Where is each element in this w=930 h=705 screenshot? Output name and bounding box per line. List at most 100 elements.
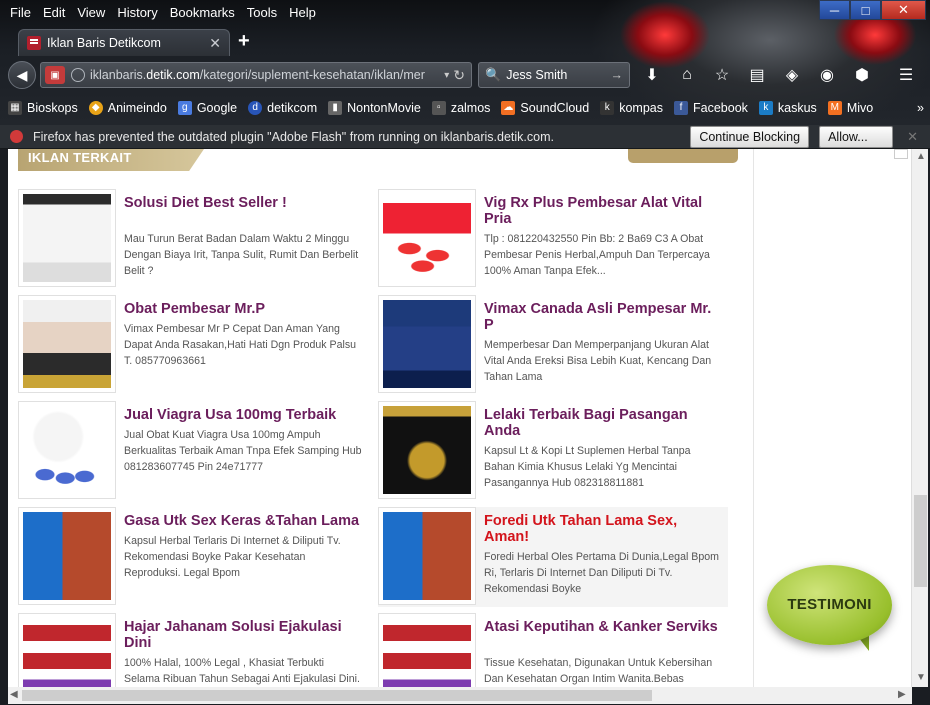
scroll-down-icon[interactable]: ▼ (916, 672, 926, 683)
close-window-button[interactable]: ✕ (881, 0, 926, 20)
bookmark-nontonmovie[interactable]: ▮ NontonMovie (328, 101, 421, 115)
menu-bookmarks[interactable]: Bookmarks (168, 3, 237, 22)
extension-icon[interactable]: ◈ (779, 62, 805, 88)
scroll-left-icon[interactable]: ◀ (10, 689, 18, 700)
reload-icon[interactable]: ↻ (453, 67, 465, 84)
bookmark-zalmos[interactable]: ▫ zalmos (431, 101, 490, 115)
ad-title[interactable]: Obat Pembesar Mr.P (124, 301, 362, 317)
bookmark-facebook[interactable]: f Facebook (674, 101, 748, 115)
ad-item-hovered[interactable]: Foredi Utk Tahan Lama Sex, Aman! Foredi … (378, 507, 728, 607)
bookmark-detikcom[interactable]: d detikcom (248, 101, 317, 115)
section-header-button[interactable] (628, 149, 738, 163)
search-box[interactable]: 🔍 Jess Smith → (478, 62, 630, 88)
vertical-scrollbar[interactable]: ▲ ▼ (911, 149, 928, 687)
bookmark-kompas[interactable]: k kompas (600, 101, 663, 115)
bookmark-label: Bioskops (27, 101, 78, 115)
vertical-scroll-thumb[interactable] (914, 495, 927, 587)
testimoni-button[interactable]: TESTIMONI (767, 565, 892, 651)
ad-title[interactable]: Lelaki Terbaik Bagi Pasangan Anda (484, 407, 722, 439)
bookmark-kaskus[interactable]: k kaskus (758, 101, 817, 115)
bookmark-label: Facebook (693, 101, 748, 115)
ad-item[interactable]: Hajar Jahanam Solusi Ejakulasi Dini 100%… (18, 613, 368, 687)
ad-title[interactable]: Gasa Utk Sex Keras &Tahan Lama (124, 513, 362, 529)
ad-item[interactable]: Gasa Utk Sex Keras &Tahan Lama Kapsul He… (18, 507, 368, 607)
notification-text: Firefox has prevented the outdated plugi… (33, 129, 554, 144)
ad-image (383, 194, 471, 282)
search-value[interactable]: Jess Smith (506, 68, 610, 82)
ad-description: Jual Obat Kuat Viagra Usa 100mg Ampuh Be… (124, 429, 362, 473)
continue-blocking-button[interactable]: Continue Blocking (690, 125, 810, 148)
reading-list-icon[interactable]: ▤ (744, 62, 770, 88)
ad-item[interactable]: Vig Rx Plus Pembesar Alat Vital Pria Tlp… (378, 189, 728, 289)
scroll-right-icon[interactable]: ▶ (898, 689, 906, 700)
ad-thumbnail[interactable] (18, 613, 116, 687)
menu-history[interactable]: History (115, 3, 159, 22)
bookmark-animeindo[interactable]: ◆ Animeindo (88, 101, 167, 115)
ad-thumbnail[interactable] (18, 401, 116, 499)
menu-help[interactable]: Help (287, 3, 318, 22)
ad-item[interactable]: Solusi Diet Best Seller ! Mau Turun Bera… (18, 189, 368, 289)
menu-tools[interactable]: Tools (245, 3, 279, 22)
ad-item[interactable]: Vimax Canada Asli Pempesar Mr. P Memperb… (378, 295, 728, 395)
section-header: IKLAN TERKAIT (18, 149, 204, 171)
url-bar[interactable]: ▣ iklanbaris.detik.com/kategori/suplemen… (40, 62, 472, 88)
ad-item[interactable]: Lelaki Terbaik Bagi Pasangan Anda Kapsul… (378, 401, 728, 501)
home-icon[interactable]: ⌂ (674, 62, 700, 88)
new-tab-button[interactable]: + (238, 30, 250, 53)
mivo-icon: M (827, 101, 842, 115)
ad-thumbnail[interactable] (18, 189, 116, 287)
url-domain: detik.com (146, 68, 200, 82)
ad-title[interactable]: Solusi Diet Best Seller ! (124, 195, 362, 211)
ad-thumbnail[interactable] (378, 295, 476, 393)
ad-thumbnail[interactable] (378, 189, 476, 287)
menu-edit[interactable]: Edit (41, 3, 67, 22)
maximize-button[interactable]: □ (850, 0, 881, 20)
minimize-button[interactable]: ─ (819, 0, 850, 20)
allow-button[interactable]: Allow... (819, 125, 894, 148)
bookmark-bioskops[interactable]: ▦ Bioskops (8, 101, 78, 115)
menu-view[interactable]: View (75, 3, 107, 22)
tab-title: Iklan Baris Detikcom (47, 36, 161, 50)
close-tab-icon[interactable]: ✕ (209, 35, 221, 52)
ad-title[interactable]: Hajar Jahanam Solusi Ejakulasi Dini (124, 619, 362, 651)
ad-title[interactable]: Vimax Canada Asli Pempesar Mr. P (484, 301, 722, 333)
horizontal-scroll-thumb[interactable] (22, 690, 652, 701)
media-icon[interactable]: ◉ (814, 62, 840, 88)
close-notification-icon[interactable]: ✕ (907, 129, 918, 145)
scroll-up-icon[interactable]: ▲ (916, 151, 926, 162)
ad-item[interactable]: Jual Viagra Usa 100mg Terbaik Jual Obat … (18, 401, 368, 501)
search-go-icon[interactable]: → (611, 68, 624, 82)
adblock-icon[interactable]: ⬢ (849, 62, 875, 88)
bookmarks-overflow-icon[interactable]: » (917, 101, 924, 115)
ad-item[interactable]: Atasi Keputihan & Kanker Serviks Tissue … (378, 613, 728, 687)
downloads-icon[interactable]: ⬇ (639, 62, 665, 88)
ad-item[interactable]: Obat Pembesar Mr.P Vimax Pembesar Mr P C… (18, 295, 368, 395)
ad-thumbnail[interactable] (378, 613, 476, 687)
tab-active[interactable]: Iklan Baris Detikcom ✕ (18, 29, 230, 56)
horizontal-scrollbar[interactable]: ◀ ▶ (8, 687, 912, 704)
url-text[interactable]: iklanbaris.detik.com/kategori/suplement-… (90, 68, 440, 82)
back-button[interactable]: ◀ (8, 61, 36, 89)
bookmark-soundcloud[interactable]: ☁ SoundCloud (501, 101, 589, 115)
back-arrow-icon: ◀ (16, 66, 28, 83)
globe-icon[interactable] (71, 68, 85, 82)
ad-thumbnail[interactable] (378, 401, 476, 499)
plugin-blocked-icon[interactable]: ▣ (45, 66, 65, 84)
soundcloud-icon: ☁ (501, 101, 516, 115)
bookmark-google[interactable]: g Google (177, 101, 237, 115)
facebook-icon: f (674, 101, 688, 115)
ad-thumbnail[interactable] (18, 507, 116, 605)
ad-thumbnail[interactable] (378, 507, 476, 605)
ad-title[interactable]: Vig Rx Plus Pembesar Alat Vital Pria (484, 195, 722, 227)
ad-image (383, 406, 471, 494)
ad-thumbnail[interactable] (18, 295, 116, 393)
url-history-dropdown-icon[interactable]: ▾ (444, 70, 449, 81)
hamburger-menu-icon[interactable]: ☰ (893, 62, 919, 88)
bookmark-star-icon[interactable]: ☆ (709, 62, 735, 88)
bookmark-mivo[interactable]: M Mivo (827, 101, 874, 115)
menu-file[interactable]: File (8, 3, 33, 22)
ad-title[interactable]: Foredi Utk Tahan Lama Sex, Aman! (484, 513, 722, 545)
ad-title[interactable]: Jual Viagra Usa 100mg Terbaik (124, 407, 362, 423)
ad-title[interactable]: Atasi Keputihan & Kanker Serviks (484, 619, 722, 635)
bookmark-label: Mivo (846, 101, 874, 115)
